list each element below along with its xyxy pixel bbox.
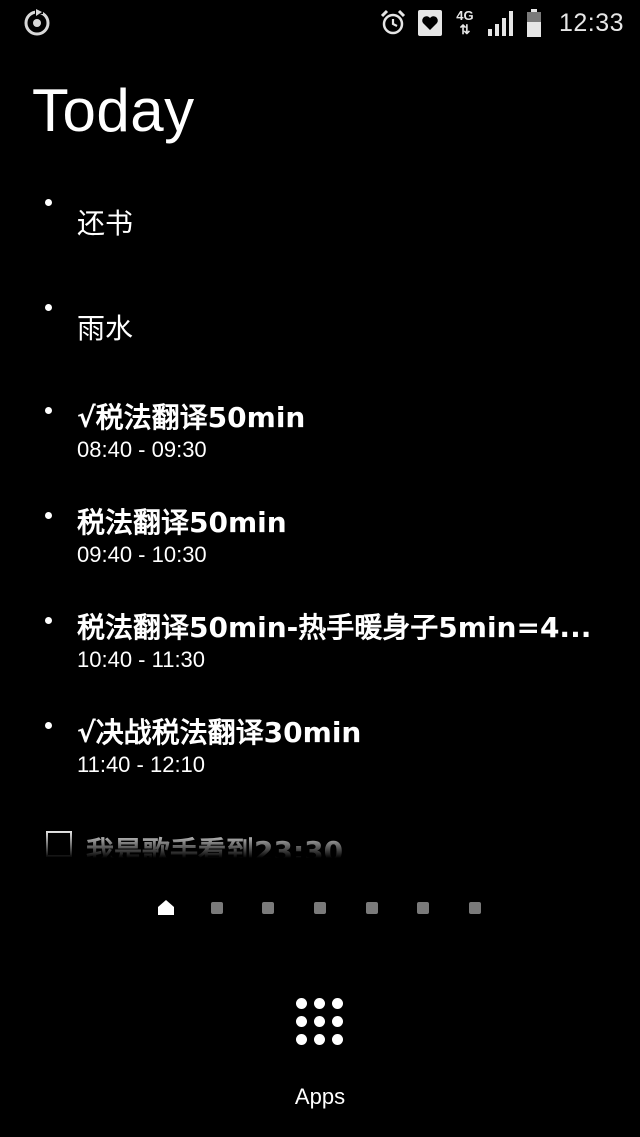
- task-checkbox[interactable]: [46, 831, 72, 857]
- event-title: 雨水: [77, 312, 134, 345]
- page-indicator: [0, 898, 640, 918]
- event-title: √税法翻译50min: [77, 401, 306, 434]
- agenda-event[interactable]: 雨水: [0, 295, 640, 365]
- event-bullet: [45, 722, 52, 729]
- network-type-label: 4G: [456, 8, 474, 23]
- event-bullet: [45, 199, 52, 206]
- apps-button[interactable]: Apps: [280, 990, 360, 1115]
- event-time: 11:40 - 12:10: [77, 752, 206, 777]
- agenda-event[interactable]: √税法翻译50min 08:40 - 09:30: [0, 390, 640, 470]
- event-bullet: [45, 617, 52, 624]
- page-dot[interactable]: [366, 902, 378, 914]
- widget-title: Today: [32, 77, 195, 144]
- status-icons: 4G ⇅ 12:33: [369, 4, 624, 42]
- home-page-icon[interactable]: [157, 899, 175, 916]
- page-dot[interactable]: [417, 902, 429, 914]
- event-time: 09:40 - 10:30: [77, 542, 207, 567]
- agenda-task[interactable]: 我是歌手看到23:30: [0, 815, 640, 858]
- event-bullet: [45, 512, 52, 519]
- agenda-list[interactable]: 还书 雨水 √税法翻译50min 08:40 - 09:30 税法翻译50min…: [0, 190, 640, 858]
- agenda-event[interactable]: 还书: [0, 190, 640, 260]
- event-title: √决战税法翻译30min: [77, 716, 362, 749]
- event-title: 税法翻译50min-热手暖身子5min=4...: [77, 611, 592, 644]
- battery-icon: [526, 9, 541, 37]
- event-time: 10:40 - 11:30: [77, 647, 206, 672]
- page-dot[interactable]: [262, 902, 274, 914]
- apps-grid-icon: [296, 998, 344, 1046]
- event-time: 08:40 - 09:30: [77, 437, 207, 462]
- agenda-event[interactable]: 税法翻译50min-热手暖身子5min=4... 10:40 - 11:30: [0, 600, 640, 680]
- agenda-event[interactable]: √决战税法翻译30min 11:40 - 12:10: [0, 705, 640, 785]
- event-title: 税法翻译50min: [77, 506, 287, 539]
- event-title: 还书: [77, 207, 134, 240]
- event-bullet: [45, 407, 52, 414]
- clock: 12:33: [558, 8, 624, 37]
- home-screen: 4G ⇅ 12:33 Today 还书 雨水 √税法翻译50min 08:40 …: [0, 0, 640, 1137]
- heart-notification-icon: [417, 10, 442, 36]
- page-dot[interactable]: [211, 902, 223, 914]
- page-dot[interactable]: [314, 902, 326, 914]
- alarm-icon: [380, 9, 405, 35]
- agenda-event[interactable]: 税法翻译50min 09:40 - 10:30: [0, 495, 640, 575]
- network-arrows-label: ⇅: [459, 22, 471, 37]
- status-bar: 4G ⇅ 12:33: [0, 0, 640, 46]
- event-bullet: [45, 304, 52, 311]
- signal-icon: [487, 11, 513, 36]
- apps-label: Apps: [294, 1084, 346, 1109]
- network-4g-icon: 4G ⇅: [453, 9, 477, 37]
- sync-icon: [24, 8, 50, 36]
- page-dot[interactable]: [469, 902, 481, 914]
- task-title: 我是歌手看到23:30: [86, 835, 344, 858]
